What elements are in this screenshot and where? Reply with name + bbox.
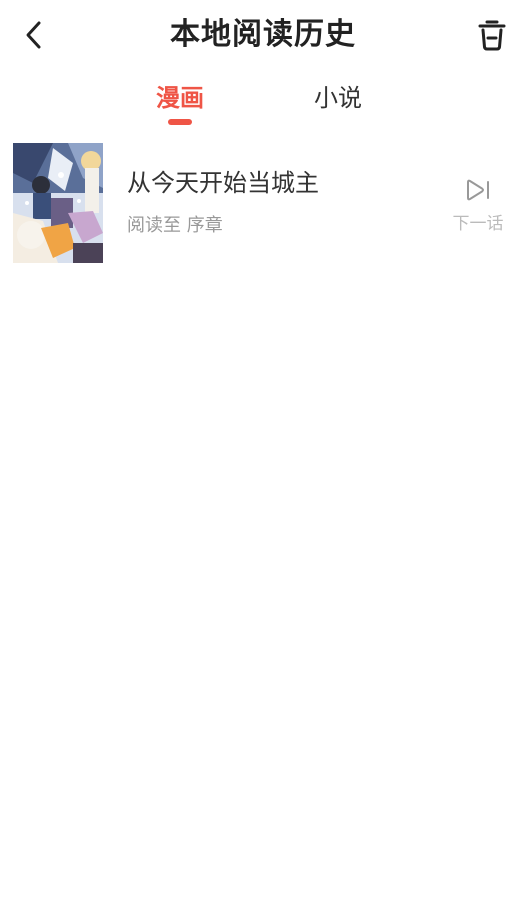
tab-comics-label: 漫画	[156, 84, 204, 112]
reading-history-screen: 本地阅读历史 漫画 小说 从今天开始当城主 阅读至 序章 下一话	[0, 0, 526, 912]
comic-title: 从今天开始当城主	[127, 169, 319, 197]
comic-cover-image	[13, 143, 103, 263]
tab-novel[interactable]: 小说	[298, 78, 378, 128]
tab-comics[interactable]: 漫画	[140, 78, 220, 128]
clear-history-button[interactable]	[472, 14, 512, 56]
next-chapter-label: 下一话	[452, 214, 504, 234]
play-next-icon	[467, 179, 489, 201]
next-chapter-button[interactable]: 下一话	[446, 174, 510, 238]
page-title: 本地阅读历史	[170, 17, 356, 52]
tab-novel-label: 小说	[314, 84, 362, 112]
tab-bar: 漫画 小说	[0, 78, 526, 128]
history-item[interactable]: 从今天开始当城主 阅读至 序章 下一话	[0, 142, 526, 264]
reading-progress: 阅读至 序章	[127, 215, 223, 236]
trash-icon	[478, 20, 506, 51]
active-tab-indicator	[168, 119, 192, 125]
header-bar: 本地阅读历史	[0, 0, 526, 70]
